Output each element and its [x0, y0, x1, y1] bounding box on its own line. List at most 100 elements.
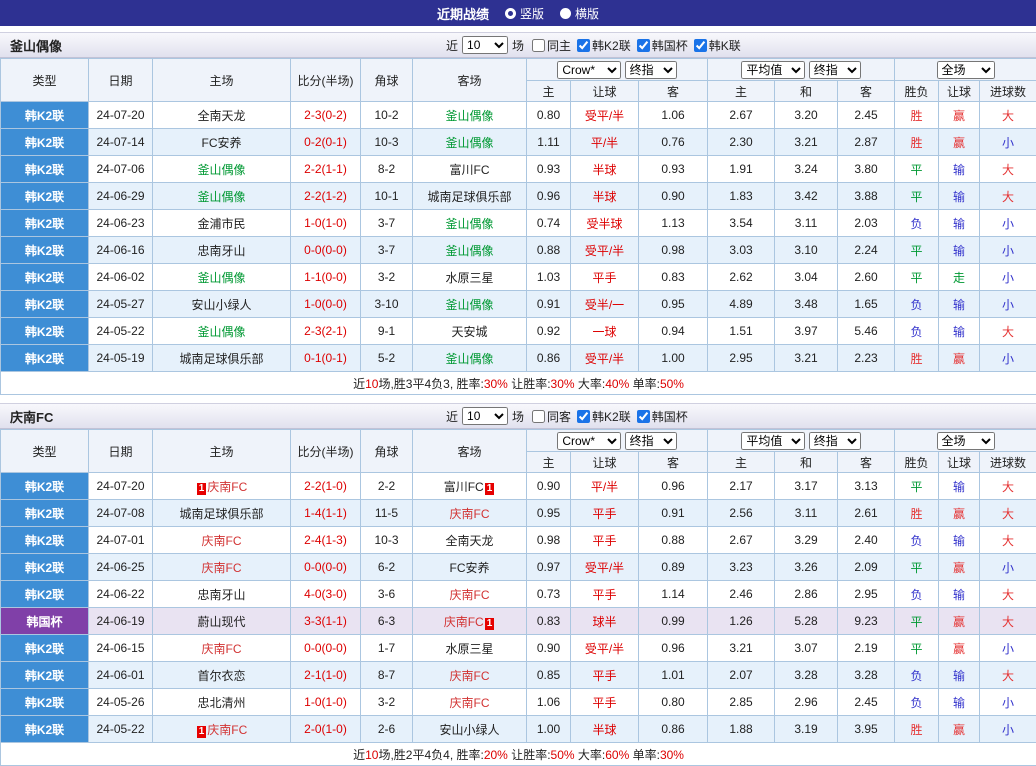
odds-home-cell: 0.97: [527, 554, 571, 581]
col-header-goals: 进球数: [980, 452, 1036, 473]
checkbox-label: 同客: [547, 408, 571, 425]
scope-select[interactable]: 全场: [937, 432, 995, 450]
layout-option-vertical[interactable]: 竖版: [505, 5, 544, 22]
score-cell: 2-3(2-1): [291, 318, 361, 345]
date-cell: 24-05-27: [89, 291, 153, 318]
avg-stage-select[interactable]: 终指: [809, 61, 861, 79]
avg-home-cell: 2.56: [708, 500, 775, 527]
avg-draw-cell: 2.86: [775, 581, 838, 608]
match-count-select[interactable]: 10: [462, 36, 508, 54]
filter-checkbox-韩国杯[interactable]: 韩国杯: [637, 37, 688, 54]
corner-cell: 8-2: [361, 156, 413, 183]
home-team-cell: 釜山偶像: [153, 156, 291, 183]
home-team-name: 城南足球俱乐部: [179, 507, 263, 521]
score-cell: 2-2(1-0): [291, 473, 361, 500]
checkbox-input[interactable]: [532, 410, 545, 423]
avg-stage-select[interactable]: 终指: [809, 432, 861, 450]
odds-company-select[interactable]: Crow*: [557, 432, 621, 450]
goals-result-cell: 小: [980, 345, 1036, 372]
corner-cell: 1-7: [361, 635, 413, 662]
away-team-name: 庆南FC: [450, 588, 490, 602]
red-card-badge: 1: [197, 483, 207, 495]
match-count-select[interactable]: 10: [462, 407, 508, 425]
avg-away-cell: 2.23: [838, 345, 895, 372]
checkbox-input[interactable]: [577, 410, 590, 423]
result-cell: 负: [895, 689, 939, 716]
odds-away-cell: 0.96: [639, 473, 708, 500]
checkbox-input[interactable]: [637, 410, 650, 423]
col-header-score: 比分(半场): [291, 430, 361, 473]
goals-result-cell: 大: [980, 581, 1036, 608]
home-team-cell: 忠南牙山: [153, 581, 291, 608]
filter-checkbox-同客[interactable]: 同客: [532, 408, 571, 425]
checkbox-input[interactable]: [694, 39, 707, 52]
away-team-cell: 水原三星: [413, 635, 527, 662]
filter-checkbox-韩K联[interactable]: 韩K联: [694, 37, 741, 54]
summary-cell: 近10场,胜3平4负3, 胜率:30% 让胜率:30% 大率:40% 单率:50…: [1, 372, 1036, 395]
odds-stage-select[interactable]: 终指: [625, 61, 677, 79]
date-cell: 24-05-22: [89, 318, 153, 345]
home-team-name: 庆南FC: [207, 480, 247, 494]
summary-segment: 20%: [484, 748, 508, 762]
handicap-cell: 平手: [571, 689, 639, 716]
avg-home-cell: 2.17: [708, 473, 775, 500]
scope-select[interactable]: 全场: [937, 61, 995, 79]
score-cell: 2-1(1-0): [291, 662, 361, 689]
avg-company-select[interactable]: 平均值: [741, 61, 805, 79]
avg-away-cell: 3.28: [838, 662, 895, 689]
summary-segment: 40%: [605, 377, 629, 391]
match-row: 韩国杯24-06-19蔚山现代3-3(1-1)6-3庆南FC10.83球半0.9…: [1, 608, 1036, 635]
goals-result-cell: 小: [980, 237, 1036, 264]
corner-cell: 10-3: [361, 129, 413, 156]
filter-checkbox-韩K2联[interactable]: 韩K2联: [577, 37, 631, 54]
col-header-goals: 进球数: [980, 81, 1036, 102]
layout-option-horizontal[interactable]: 横版: [560, 5, 599, 22]
avg-home-cell: 2.95: [708, 345, 775, 372]
home-team-cell: 全南天龙: [153, 102, 291, 129]
match-row: 韩K2联24-06-15庆南FC0-0(0-0)1-7水原三星0.90受平/半0…: [1, 635, 1036, 662]
checkbox-input[interactable]: [577, 39, 590, 52]
handicap-cell: 受半/一: [571, 291, 639, 318]
checkbox-label: 韩K2联: [592, 37, 631, 54]
odds-home-cell: 1.11: [527, 129, 571, 156]
handicap-result-cell: 输: [939, 156, 980, 183]
away-team-cell: 富川FC1: [413, 473, 527, 500]
odds-home-cell: 0.90: [527, 473, 571, 500]
league-cell: 韩K2联: [1, 237, 89, 264]
col-header-result: 胜负: [895, 81, 939, 102]
home-team-name: FC安养: [202, 136, 242, 150]
checkbox-input[interactable]: [637, 39, 650, 52]
handicap-result-cell: 输: [939, 210, 980, 237]
checkbox-input[interactable]: [532, 39, 545, 52]
home-team-name: 庆南FC: [202, 561, 242, 575]
away-team-name: 安山小绿人: [439, 723, 499, 737]
col-header-odds-handicap: 让球: [571, 452, 639, 473]
match-row: 韩K2联24-07-20全南天龙2-3(0-2)10-2釜山偶像0.80受平/半…: [1, 102, 1036, 129]
odds-home-cell: 0.92: [527, 318, 571, 345]
filter-checkbox-韩K2联[interactable]: 韩K2联: [577, 408, 631, 425]
odds-company-select[interactable]: Crow*: [557, 61, 621, 79]
radio-icon: [560, 8, 571, 19]
red-card-badge: 1: [485, 483, 495, 495]
match-row: 韩K2联24-06-02釜山偶像1-1(0-0)3-2水原三星1.03平手0.8…: [1, 264, 1036, 291]
home-team-cell: 城南足球俱乐部: [153, 345, 291, 372]
handicap-cell: 平手: [571, 662, 639, 689]
goals-result-cell: 小: [980, 716, 1036, 743]
avg-company-select[interactable]: 平均值: [741, 432, 805, 450]
odds-home-cell: 0.80: [527, 102, 571, 129]
home-team-name: 忠南牙山: [197, 244, 245, 258]
result-cell: 负: [895, 527, 939, 554]
away-team-name: 庆南FC: [450, 669, 490, 683]
home-team-name: 城南足球俱乐部: [179, 352, 263, 366]
filter-checkbox-同主[interactable]: 同主: [532, 37, 571, 54]
handicap-result-cell: 输: [939, 291, 980, 318]
handicap-result-cell: 赢: [939, 129, 980, 156]
away-team-cell: FC安养: [413, 554, 527, 581]
handicap-cell: 球半: [571, 608, 639, 635]
odds-home-cell: 0.74: [527, 210, 571, 237]
odds-stage-select[interactable]: 终指: [625, 432, 677, 450]
avg-home-cell: 2.07: [708, 662, 775, 689]
match-row: 韩K2联24-07-14FC安养0-2(0-1)10-3釜山偶像1.11平/半0…: [1, 129, 1036, 156]
filter-checkbox-韩国杯[interactable]: 韩国杯: [637, 408, 688, 425]
handicap-cell: 受平/半: [571, 345, 639, 372]
